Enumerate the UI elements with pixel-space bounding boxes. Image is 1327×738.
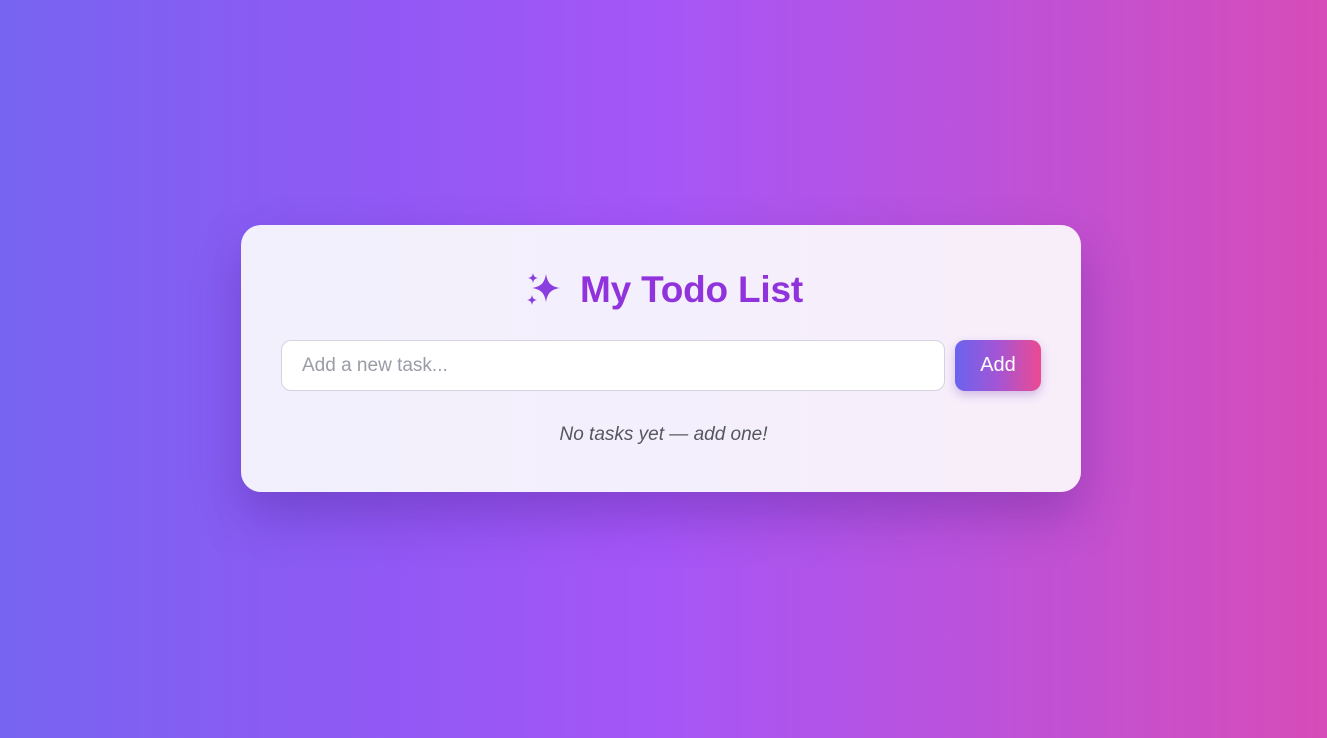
sparkles-icon — [524, 270, 564, 310]
title-text: My Todo List — [580, 269, 803, 310]
page-title: My Todo List — [0, 264, 1327, 316]
empty-state-message: No tasks yet — add one! — [559, 424, 768, 445]
add-task-button[interactable]: Add — [955, 340, 1041, 391]
new-task-input[interactable] — [281, 340, 945, 391]
